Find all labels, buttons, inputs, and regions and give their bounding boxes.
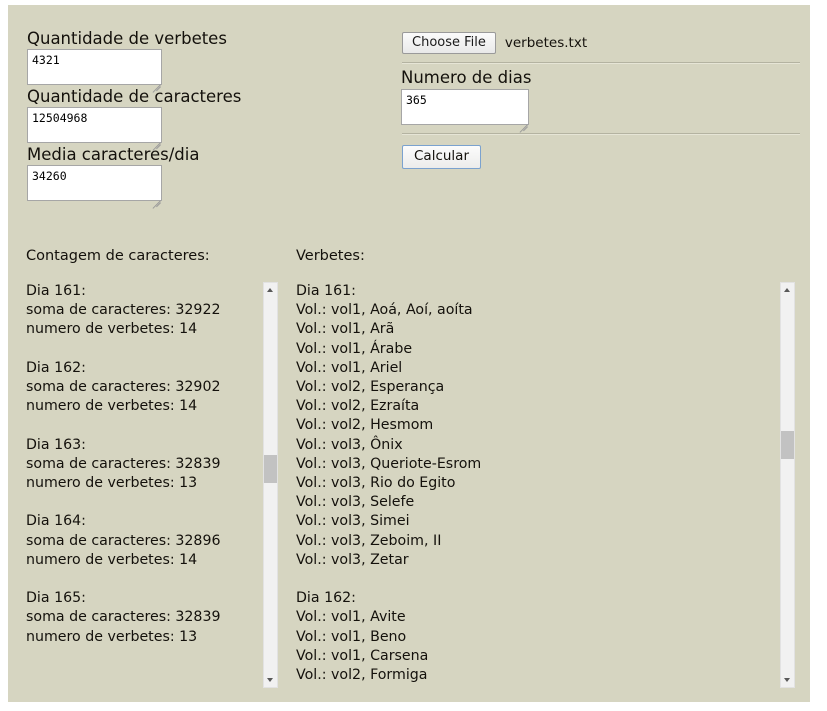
scroll-up-icon[interactable]	[264, 283, 277, 296]
contagem-caracteres-panel[interactable]: Dia 161: soma de caracteres: 32922 numer…	[26, 282, 263, 688]
app-canvas: Quantidade de verbetes Quantidade de car…	[8, 5, 810, 702]
scroll-down-icon[interactable]	[781, 674, 794, 687]
field-wrap-quantidade-verbetes	[27, 49, 162, 89]
label-quantidade-verbetes: Quantidade de verbetes	[27, 29, 227, 48]
choose-file-button[interactable]: Choose File	[402, 32, 496, 54]
separator-top	[402, 62, 800, 64]
label-media-caracteres-dia: Media caracteres/dia	[27, 145, 200, 164]
label-numero-de-dias: Numero de dias	[401, 68, 532, 87]
verbetes-text: Dia 161: Vol.: vol1, Aoá, Aoí, aoíta Vol…	[296, 283, 482, 684]
verbetes-panel[interactable]: Dia 161: Vol.: vol1, Aoá, Aoí, aoíta Vol…	[296, 282, 761, 688]
input-media-caracteres-dia[interactable]	[27, 165, 162, 201]
input-quantidade-caracteres[interactable]	[27, 107, 162, 143]
verbetes-scrollbar[interactable]	[780, 282, 795, 688]
scroll-up-icon[interactable]	[781, 283, 794, 296]
field-wrap-numero-de-dias	[401, 89, 529, 129]
scroll-down-icon[interactable]	[264, 674, 277, 687]
form-area: Quantidade de verbetes Quantidade de car…	[8, 5, 810, 210]
calculate-button[interactable]: Calcular	[402, 145, 482, 169]
contagem-caracteres-text: Dia 161: soma de caracteres: 32922 numer…	[26, 283, 221, 645]
label-quantidade-caracteres: Quantidade de caracteres	[27, 87, 242, 106]
selected-file-name: verbetes.txt	[504, 35, 588, 51]
contagem-scrollbar-thumb[interactable]	[264, 455, 277, 483]
separator-bottom	[402, 133, 800, 135]
field-wrap-quantidade-caracteres	[27, 107, 162, 147]
verbetes-scrollbar-thumb[interactable]	[781, 431, 794, 459]
heading-contagem-caracteres: Contagem de caracteres:	[26, 248, 210, 264]
file-input-row[interactable]: Choose File verbetes.txt	[402, 32, 587, 54]
field-wrap-media-caracteres-dia	[27, 165, 162, 205]
input-numero-de-dias[interactable]	[401, 89, 529, 125]
page-root: Quantidade de verbetes Quantidade de car…	[0, 0, 827, 711]
heading-verbetes: Verbetes:	[296, 248, 365, 264]
contagem-scrollbar[interactable]	[263, 282, 278, 688]
input-quantidade-verbetes[interactable]	[27, 49, 162, 85]
